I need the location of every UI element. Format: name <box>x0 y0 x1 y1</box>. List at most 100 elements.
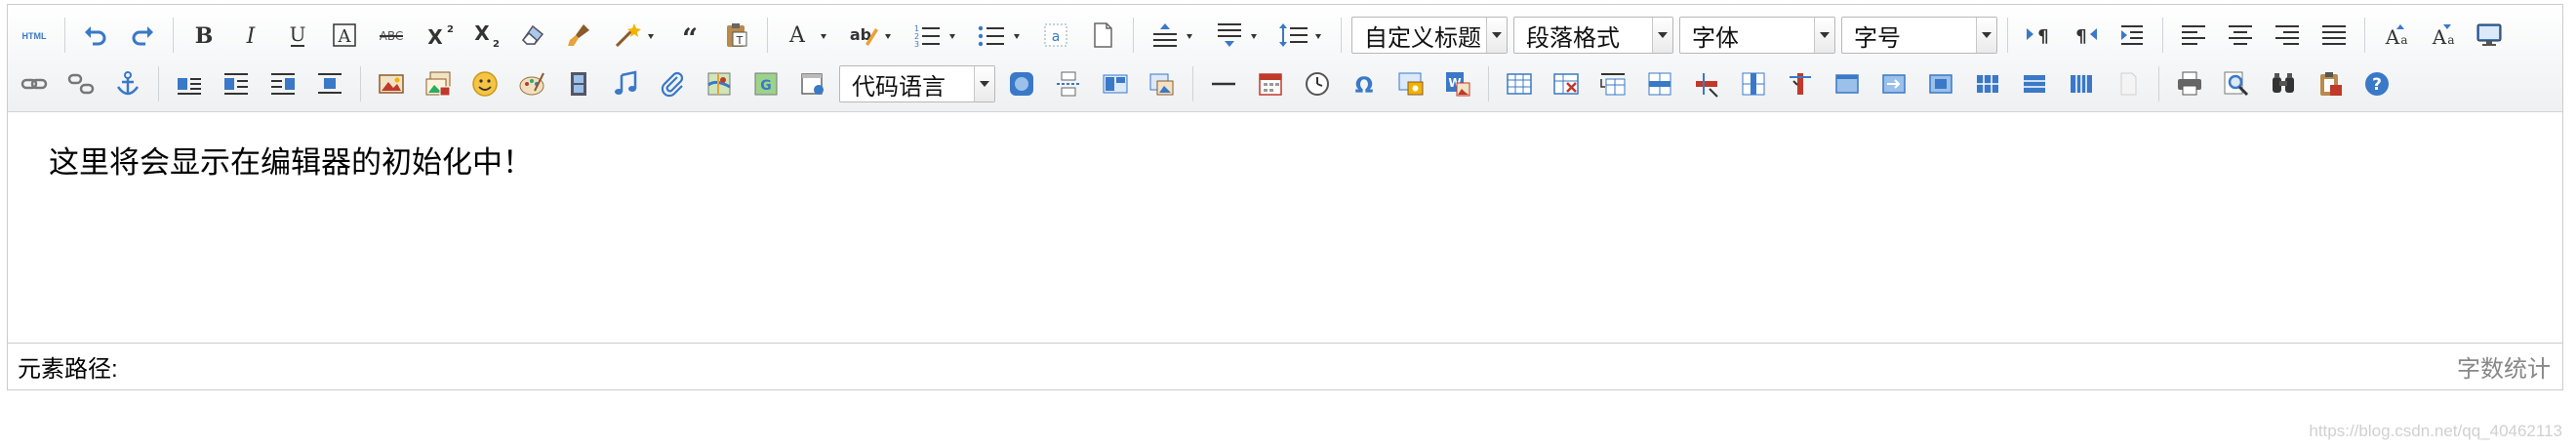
redo-button[interactable] <box>122 15 163 56</box>
subscript-button[interactable]: X2 <box>464 15 505 56</box>
gmap-button[interactable]: G <box>745 63 786 104</box>
to-uppercase-button[interactable]: Aa <box>2375 15 2416 56</box>
direction-ltr-button[interactable]: ¶ <box>2018 15 2059 56</box>
paragraph-format-select[interactable]: 段落格式 <box>1513 17 1673 54</box>
insert-image-button[interactable] <box>371 63 412 104</box>
link-button[interactable] <box>14 63 55 104</box>
split-to-rows-button[interactable] <box>2014 63 2055 104</box>
merge-right-button[interactable] <box>1873 63 1914 104</box>
image-left-icon <box>224 73 248 95</box>
insert-video-button[interactable] <box>558 63 599 104</box>
word-image-button[interactable]: W <box>1437 63 1478 104</box>
ordered-list-button[interactable]: 123 <box>906 15 965 56</box>
multi-image-button[interactable] <box>418 63 459 104</box>
anchor-button[interactable] <box>107 63 148 104</box>
search-replace-button[interactable] <box>2263 63 2304 104</box>
direction-rtl-button[interactable]: ¶ <box>2065 15 2106 56</box>
page-break-button[interactable] <box>1048 63 1089 104</box>
svg-text:?: ? <box>2372 75 2382 95</box>
chevron-down-icon[interactable] <box>1814 18 1834 53</box>
paste-plain-button[interactable]: T <box>716 15 757 56</box>
insert-row-button[interactable] <box>1639 63 1680 104</box>
indent-button[interactable] <box>2112 15 2153 56</box>
auto-typeset-button[interactable] <box>605 15 664 56</box>
remove-format-button[interactable] <box>511 15 552 56</box>
attachment-button[interactable] <box>652 63 693 104</box>
insert-table-button[interactable] <box>1499 63 1540 104</box>
insert-col-button[interactable] <box>1733 63 1774 104</box>
background-button[interactable] <box>1142 63 1183 104</box>
select-all-button[interactable]: a <box>1035 15 1076 56</box>
font-border-button[interactable]: A <box>324 15 365 56</box>
drafts-button[interactable] <box>2310 63 2351 104</box>
bold-icon: B <box>195 23 214 49</box>
insert-paragraph-before-table-button[interactable] <box>1592 63 1633 104</box>
italic-button[interactable]: I <box>230 15 271 56</box>
superscript-button[interactable]: X2 <box>418 15 459 56</box>
preview-button[interactable] <box>2469 15 2510 56</box>
underline-button[interactable]: U <box>277 15 318 56</box>
bold-button[interactable]: B <box>183 15 224 56</box>
font-size-select[interactable]: 字号 <box>1841 17 1997 54</box>
chart-button[interactable] <box>2108 63 2149 104</box>
justify-center-button[interactable] <box>2220 15 2261 56</box>
horizontal-rule-button[interactable] <box>1203 63 1244 104</box>
preview-print-button[interactable] <box>2216 63 2257 104</box>
print-button[interactable] <box>2169 63 2210 104</box>
chevron-down-icon[interactable] <box>1976 18 1996 53</box>
format-match-button[interactable] <box>558 15 599 56</box>
insert-time-button[interactable] <box>1297 63 1338 104</box>
template-button[interactable] <box>1095 63 1136 104</box>
strikethrough-button[interactable]: ABC <box>371 15 412 56</box>
custom-heading-select[interactable]: 自定义标题 <box>1351 17 1508 54</box>
svg-text:3: 3 <box>914 40 919 49</box>
emotion-button[interactable] <box>464 63 505 104</box>
merge-cells-button[interactable] <box>1827 63 1868 104</box>
scrawl-button[interactable] <box>511 63 552 104</box>
image-right-button[interactable] <box>262 63 303 104</box>
delete-row-button[interactable] <box>1686 63 1727 104</box>
justify-right-button[interactable] <box>2267 15 2308 56</box>
justify-left-button[interactable] <box>2173 15 2214 56</box>
image-left-button[interactable] <box>216 63 257 104</box>
help-button[interactable]: ? <box>2356 63 2397 104</box>
snapscreen-button[interactable] <box>1390 63 1431 104</box>
toolbar-separator <box>767 18 768 53</box>
unordered-list-button[interactable] <box>971 15 1029 56</box>
font-color-button[interactable]: A <box>778 15 836 56</box>
special-chars-button[interactable]: Ω <box>1344 63 1385 104</box>
music-button[interactable] <box>605 63 646 104</box>
image-center-button[interactable] <box>309 63 350 104</box>
merge-down-button[interactable] <box>1920 63 1961 104</box>
code-language-select[interactable]: 代码语言 <box>839 65 995 102</box>
blockquote-button[interactable]: “ <box>669 15 710 56</box>
font-family-select[interactable]: 字体 <box>1679 17 1835 54</box>
multi-image-icon <box>425 71 451 97</box>
back-color-button[interactable]: ab <box>842 15 901 56</box>
source-html-button[interactable]: HTML <box>14 15 55 56</box>
insert-frame-button[interactable] <box>792 63 833 104</box>
row-spacing-top-button[interactable] <box>1144 15 1202 56</box>
delete-col-button[interactable] <box>1780 63 1821 104</box>
row-spacing-bottom-button[interactable] <box>1208 15 1267 56</box>
smiley-icon <box>472 71 498 97</box>
to-lowercase-button[interactable]: Aa <box>2422 15 2463 56</box>
chevron-down-icon[interactable] <box>1652 18 1672 53</box>
editor-content-area[interactable]: 这里将会显示在编辑器的初始化中！ <box>8 112 2562 345</box>
undo-button[interactable] <box>75 15 116 56</box>
delete-table-button[interactable] <box>1546 63 1587 104</box>
line-height-button[interactable] <box>1272 15 1331 56</box>
map-button[interactable] <box>699 63 740 104</box>
unlink-button[interactable] <box>60 63 101 104</box>
image-none-button[interactable] <box>169 63 210 104</box>
justify-full-button[interactable] <box>2314 15 2355 56</box>
webapp-button[interactable] <box>1001 63 1042 104</box>
chevron-down-icon[interactable] <box>974 66 994 102</box>
insert-date-button[interactable] <box>1250 63 1291 104</box>
split-to-cells-button[interactable] <box>1967 63 2008 104</box>
chevron-down-icon[interactable] <box>1486 18 1507 53</box>
clear-doc-button[interactable] <box>1082 15 1123 56</box>
align-justify-icon <box>2322 25 2346 45</box>
toolbar-separator <box>1192 66 1193 102</box>
split-to-cols-button[interactable] <box>2061 63 2102 104</box>
